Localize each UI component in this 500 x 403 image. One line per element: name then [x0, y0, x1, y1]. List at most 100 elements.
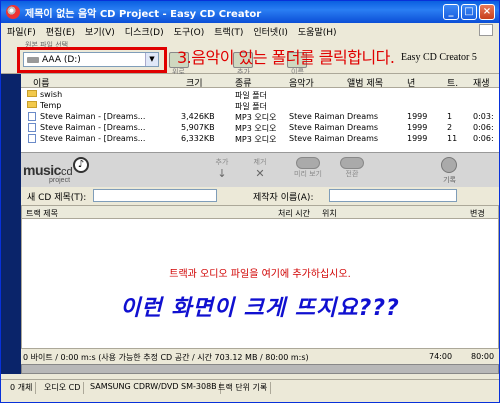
left-strip — [1, 74, 21, 374]
col-name[interactable]: 이름 — [33, 76, 50, 89]
menu-track[interactable]: 트랙(T) — [208, 23, 247, 38]
remove-track-label: 제거 — [253, 158, 267, 166]
window-title: 제목이 없는 음악 CD Project - Easy CD Creator — [25, 9, 262, 20]
col-artist[interactable]: 음악가 — [289, 76, 314, 89]
file-name: Steve Raiman - [Dreams... — [40, 134, 146, 143]
file-track: 11 — [447, 134, 458, 143]
arrow-down-icon: ↓ — [217, 167, 227, 180]
close-button[interactable]: × — [479, 4, 495, 20]
menu-view[interactable]: 보기(V) — [79, 23, 119, 38]
add-track-label: 추가 — [215, 158, 229, 166]
list-item[interactable]: Steve Raiman - [Dreams... 3,426KB MP3 오디… — [21, 112, 499, 123]
status-disc-type: 오디오 CD — [41, 382, 85, 394]
record-label: 기록 — [443, 176, 456, 184]
capacity-text: 0 바이트 / 0:00 m:s (사용 가능한 추정 CD 공간 / 시간 7… — [23, 353, 309, 362]
file-list[interactable]: 이름 크기 종류 음악가 앨범 제목 년 트. 재생 swish 파일 폴더 T… — [21, 74, 499, 152]
col-change[interactable]: 변경 — [470, 208, 485, 219]
status-record-mode: 트랙 단위 기록 — [215, 382, 272, 394]
music-cd-project-panel: musiccd project ♪ 추가 ↓ 제거 ✕ 미리 보기 전환 기록 — [21, 152, 499, 187]
col-location[interactable]: 위치 — [322, 208, 337, 219]
file-name: Steve Raiman - [Dreams... — [40, 123, 146, 132]
folder-icon — [27, 101, 37, 108]
file-album: Dreams — [347, 112, 379, 121]
file-time: 0:06: — [473, 134, 494, 143]
brand-label: Easy CD Creator 5 — [401, 52, 477, 63]
maximize-button[interactable]: □ — [461, 4, 477, 20]
cd-title-input[interactable] — [93, 189, 217, 202]
annotation-big-screen: 이런 화면이 크게 뜨지요??? — [120, 296, 400, 321]
app-window: 제목이 없는 음악 CD Project - Easy CD Creator _… — [0, 0, 500, 403]
record-button[interactable] — [441, 157, 457, 173]
track-list[interactable]: 트랙 제목 처리 시간 위치 변경 트랙과 오디오 파일을 여기에 추가하십시오… — [21, 205, 499, 349]
col-size[interactable]: 크기 — [186, 76, 203, 89]
col-type[interactable]: 종류 — [235, 76, 252, 89]
preview-label: 미리 보기 — [294, 170, 322, 178]
status-object-count: 0 개체 — [7, 382, 37, 394]
file-size: 5,907KB — [181, 123, 215, 132]
location-toolbar: 원본 파일 선택 AAA (D:) ▼ 위로 추가 이름 3.음악이 있는 폴더… — [1, 38, 499, 76]
file-type: 파일 폴더 — [235, 102, 267, 111]
logo-project: project — [49, 177, 71, 184]
file-track: 1 — [447, 112, 453, 121]
convert-icon — [340, 157, 364, 169]
music-cd-logo: musiccd project — [23, 162, 73, 184]
file-size: 6,332KB — [181, 134, 215, 143]
bottom-strip — [1, 394, 499, 402]
menu-tools[interactable]: 도구(O) — [168, 23, 209, 38]
artist-name-label: 제작자 이름(A): — [253, 193, 314, 203]
file-list-header: 이름 크기 종류 음악가 앨범 제목 년 트. 재생 — [21, 74, 499, 89]
capacity-mark-74: 74:00 — [429, 352, 453, 361]
menu-bar: 파일(F) 편집(E) 보기(V) 디스크(D) 도구(O) 트랙(T) 인터넷(I) 도움말… — [1, 23, 499, 38]
col-time[interactable]: 재생 — [473, 76, 490, 89]
windows-flag-icon — [479, 24, 493, 36]
convert-label: 전환 — [345, 170, 359, 178]
folder-icon — [27, 90, 37, 97]
menu-disc[interactable]: 디스크(D) — [119, 23, 168, 38]
remove-track-button[interactable]: 제거 ✕ — [243, 157, 277, 180]
file-type: MP3 오디오 — [235, 135, 277, 144]
col-album[interactable]: 앨범 제목 — [347, 76, 383, 89]
add-track-button[interactable]: 추가 ↓ — [205, 157, 239, 180]
menu-internet[interactable]: 인터넷(I) — [247, 23, 292, 38]
artist-name-input[interactable] — [329, 189, 457, 202]
file-time: 0:06: — [473, 123, 494, 132]
file-year: 1999 — [407, 134, 428, 143]
file-type: 파일 폴더 — [235, 91, 267, 100]
empty-track-hint: 트랙과 오디오 파일을 여기에 추가하십시오. — [169, 269, 351, 280]
preview-button[interactable]: 미리 보기 — [291, 157, 325, 179]
logo-music: music — [23, 162, 61, 178]
cd-title-label: 새 CD 제목(T): — [27, 193, 87, 203]
mp3-file-icon — [28, 123, 36, 132]
file-year: 1999 — [407, 123, 428, 132]
menu-help[interactable]: 도움말(H) — [292, 23, 341, 38]
menu-edit[interactable]: 편집(E) — [40, 23, 79, 38]
file-time: 0:03: — [473, 112, 494, 121]
list-item[interactable]: swish 파일 폴더 — [21, 90, 499, 101]
capacity-bar — [21, 364, 499, 374]
title-bar: 제목이 없는 음악 CD Project - Easy CD Creator _… — [1, 1, 499, 23]
col-duration[interactable]: 처리 시간 — [278, 208, 310, 219]
mp3-file-icon — [28, 134, 36, 143]
file-artist: Steve Raiman — [289, 112, 345, 121]
file-name: swish — [40, 90, 63, 99]
preview-icon — [296, 157, 320, 169]
mp3-file-icon — [28, 112, 36, 121]
file-artist: Steve Raiman — [289, 123, 345, 132]
annotation-highlight-box — [17, 47, 167, 73]
file-type: MP3 오디오 — [235, 113, 277, 122]
file-size: 3,426KB — [181, 112, 215, 121]
convert-button[interactable]: 전환 — [335, 157, 369, 179]
list-item[interactable]: Steve Raiman - [Dreams... 6,332KB MP3 오디… — [21, 134, 499, 145]
menu-file[interactable]: 파일(F) — [1, 23, 40, 38]
file-track: 2 — [447, 123, 453, 132]
list-item[interactable]: Steve Raiman - [Dreams... 5,907KB MP3 오디… — [21, 123, 499, 134]
col-year[interactable]: 년 — [407, 76, 415, 89]
cd-app-icon — [6, 5, 20, 19]
minimize-button[interactable]: _ — [443, 4, 459, 20]
col-track[interactable]: 트. — [447, 76, 458, 89]
status-bar: 0 개체 오디오 CD SAMSUNG CDRW/DVD SM-308B 트랙 … — [1, 379, 499, 394]
col-track-title[interactable]: 트랙 제목 — [26, 208, 58, 219]
music-note-icon: ♪ — [73, 157, 89, 173]
list-item[interactable]: Temp 파일 폴더 — [21, 101, 499, 112]
file-year: 1999 — [407, 112, 428, 121]
